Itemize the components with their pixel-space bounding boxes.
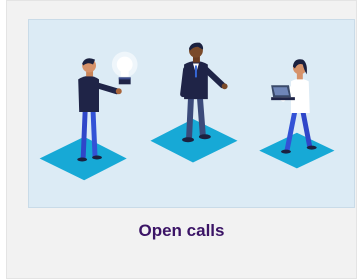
platform-right xyxy=(259,132,335,169)
people-illustration xyxy=(39,42,335,181)
platform-center xyxy=(150,118,238,163)
card-illustration xyxy=(28,19,355,208)
person-center xyxy=(180,42,228,143)
open-calls-link[interactable]: Open calls xyxy=(7,221,356,241)
lightbulb-icon xyxy=(111,51,138,85)
open-calls-card[interactable]: Open calls xyxy=(6,0,357,279)
